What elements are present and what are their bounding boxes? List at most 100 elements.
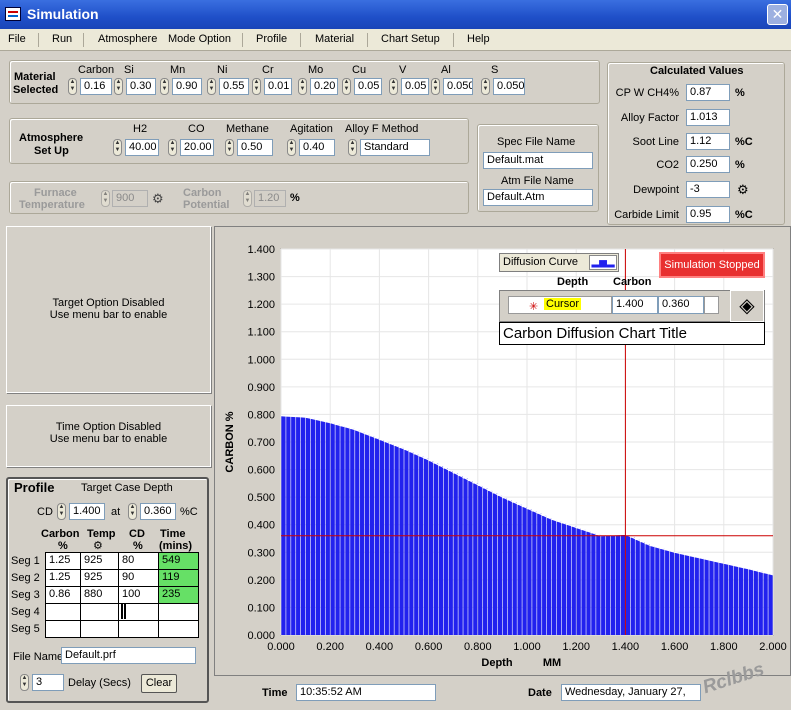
- menu-chart-setup[interactable]: Chart Setup: [381, 33, 440, 45]
- material-1-field[interactable]: 0.30: [126, 78, 156, 95]
- material-3-spinner[interactable]: [207, 78, 216, 95]
- menu-run[interactable]: Run: [52, 33, 72, 45]
- calc-1-field: 1.013: [686, 109, 730, 126]
- carbon-bar: [473, 483, 478, 635]
- material-1-spinner[interactable]: [114, 78, 123, 95]
- y-tick-label: 0.900: [247, 382, 275, 394]
- potential-label: Potential: [183, 199, 230, 211]
- segment-label: Seg 4: [11, 606, 40, 618]
- h2-spinner[interactable]: [113, 139, 122, 156]
- menu-file[interactable]: File: [8, 33, 26, 45]
- material-6-label: Cu: [352, 64, 367, 76]
- material-8-spinner[interactable]: [431, 78, 440, 95]
- material-5-field[interactable]: 0.20: [310, 78, 338, 95]
- carbon-bar: [640, 542, 645, 635]
- segment-cd-cell[interactable]: 100: [118, 586, 159, 604]
- menu-atmosphere[interactable]: Atmosphere: [98, 33, 157, 45]
- carbon-bar: [522, 507, 527, 635]
- diffusion-curve-label: Diffusion Curve: [503, 256, 578, 268]
- menu-help[interactable]: Help: [467, 33, 490, 45]
- segment-temp-cell[interactable]: 925: [80, 569, 119, 587]
- cursor-options-button[interactable]: [704, 296, 719, 314]
- alloy-method-spinner[interactable]: [348, 139, 357, 156]
- co-field[interactable]: 20.00: [180, 139, 214, 156]
- segment-carbon-cell[interactable]: [45, 620, 81, 638]
- segment-time-cell[interactable]: [158, 620, 199, 638]
- segment-time-cell[interactable]: 119: [158, 569, 199, 587]
- temp-header: Temp: [87, 528, 116, 540]
- delay-spinner[interactable]: [20, 674, 29, 691]
- cursor-move-icon[interactable]: ◈: [730, 290, 764, 322]
- methane-field[interactable]: 0.50: [237, 139, 273, 156]
- segment-carbon-cell[interactable]: 0.86: [45, 586, 81, 604]
- material-9-field[interactable]: 0.050: [493, 78, 525, 95]
- menu-mode-option[interactable]: Mode Option: [168, 33, 231, 45]
- x-tick-label: 1.400: [612, 641, 640, 653]
- material-3-label: Ni: [217, 64, 228, 76]
- material-7-spinner[interactable]: [389, 78, 398, 95]
- segment-time-cell[interactable]: [158, 603, 199, 621]
- delay-field[interactable]: 3: [32, 674, 64, 691]
- h2-field[interactable]: 40.00: [125, 139, 159, 156]
- material-2-spinner[interactable]: [160, 78, 169, 95]
- spec-file-field[interactable]: Default.mat: [483, 152, 593, 169]
- co-spinner[interactable]: [168, 139, 177, 156]
- carbon-bar: [315, 419, 321, 635]
- segment-carbon-cell[interactable]: 1.25: [45, 552, 81, 570]
- methane-spinner[interactable]: [225, 139, 234, 156]
- atm-file-field[interactable]: Default.Atm: [483, 189, 593, 206]
- material-3-field[interactable]: 0.55: [219, 78, 249, 95]
- segment-cd-cell[interactable]: 80: [118, 552, 159, 570]
- material-2-field[interactable]: 0.90: [172, 78, 202, 95]
- segment-carbon-cell[interactable]: 1.25: [45, 569, 81, 587]
- material-4-spinner[interactable]: [252, 78, 261, 95]
- menu-material[interactable]: Material: [315, 33, 354, 45]
- alloy-method-field[interactable]: Standard: [360, 139, 430, 156]
- material-7-field[interactable]: 0.05: [401, 78, 429, 95]
- clear-button[interactable]: Clear: [141, 674, 177, 693]
- segment-carbon-cell[interactable]: [45, 603, 81, 621]
- carbon-bar: [571, 526, 576, 635]
- carbon-bar: [630, 537, 635, 635]
- segment-time-cell[interactable]: 235: [158, 586, 199, 604]
- material-8-field[interactable]: 0.050: [443, 78, 473, 95]
- segment-time-cell[interactable]: 549: [158, 552, 199, 570]
- carbon-potential-spinner: [243, 190, 252, 207]
- material-9-spinner[interactable]: [481, 78, 490, 95]
- close-button[interactable]: ✕: [767, 4, 788, 25]
- time-header-unit: (mins): [159, 540, 192, 552]
- gear-icon: ⚙: [737, 182, 749, 197]
- segment-cd-cell[interactable]: [118, 620, 159, 638]
- agitation-field[interactable]: 0.40: [299, 139, 335, 156]
- carbon-bar: [724, 563, 729, 635]
- calc-3-unit: %: [735, 159, 745, 171]
- carbon-bar: [753, 570, 758, 635]
- calc-4-label: Dewpoint: [633, 184, 679, 196]
- material-0-spinner[interactable]: [68, 78, 77, 95]
- segment-cd-cell[interactable]: 90: [118, 569, 159, 587]
- segment-temp-cell[interactable]: [80, 620, 119, 638]
- delay-label: Delay (Secs): [68, 677, 131, 689]
- material-6-spinner[interactable]: [342, 78, 351, 95]
- material-4-field[interactable]: 0.01: [264, 78, 292, 95]
- diffusion-curve-button[interactable]: Diffusion Curve ▂▅▂: [499, 253, 619, 272]
- cd-spinner[interactable]: [57, 503, 66, 520]
- simulation-stopped-button[interactable]: Simulation Stopped: [659, 252, 765, 278]
- segment-temp-cell[interactable]: 880: [80, 586, 119, 604]
- material-0-field[interactable]: 0.16: [80, 78, 112, 95]
- cd-field[interactable]: 1.400: [69, 503, 105, 520]
- at-field[interactable]: 0.360: [140, 503, 176, 520]
- time-option-box: Time Option Disabled Use menu bar to ena…: [6, 405, 211, 467]
- at-label: at: [111, 506, 121, 518]
- material-6-field[interactable]: 0.05: [354, 78, 382, 95]
- at-spinner[interactable]: [128, 503, 137, 520]
- y-tick-label: 0.300: [247, 547, 275, 559]
- segment-temp-cell[interactable]: [80, 603, 119, 621]
- agitation-spinner[interactable]: [287, 139, 296, 156]
- carbon-bar: [591, 533, 596, 635]
- menu-profile[interactable]: Profile: [256, 33, 287, 45]
- profile-file-field[interactable]: Default.prf: [61, 647, 196, 664]
- segment-temp-cell[interactable]: 925: [80, 552, 119, 570]
- material-5-spinner[interactable]: [298, 78, 307, 95]
- carbon-bar: [384, 442, 389, 635]
